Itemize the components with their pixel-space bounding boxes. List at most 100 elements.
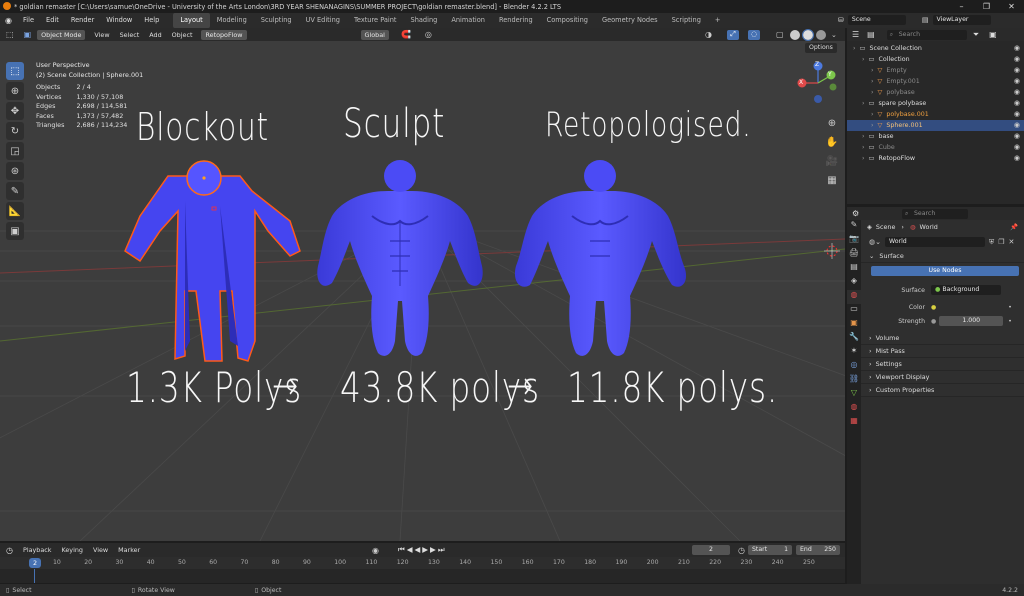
visibility-eye-icon[interactable]: ◉ xyxy=(1014,76,1020,87)
surface-panel-header[interactable]: ⌄ Surface xyxy=(861,250,1024,263)
menu-keying[interactable]: Keying xyxy=(57,546,88,554)
close-icon[interactable]: ✕ xyxy=(999,0,1024,13)
visibility-eye-icon[interactable]: ◉ xyxy=(1014,54,1020,65)
fake-user-icon[interactable]: ⛨ xyxy=(989,238,994,247)
color-keyframe-icon[interactable]: • xyxy=(1008,304,1012,311)
shading-options-icon[interactable]: ⌄ xyxy=(831,31,837,39)
add-workspace-button[interactable]: + xyxy=(708,13,728,28)
visibility-eye-icon[interactable]: ◉ xyxy=(1014,153,1020,164)
outliner-row[interactable]: › ▭ Cube ◉ xyxy=(847,142,1024,153)
scene-selector[interactable]: Scene xyxy=(847,15,906,25)
tab-scripting[interactable]: Scripting xyxy=(665,13,708,28)
options-dropdown[interactable]: Options xyxy=(805,43,837,53)
disclosure-chevron-icon[interactable]: › xyxy=(871,67,874,74)
menu-file[interactable]: File xyxy=(17,13,40,28)
disclosure-chevron-icon[interactable]: › xyxy=(871,122,874,129)
disclosure-chevron-icon[interactable]: › xyxy=(871,89,874,96)
editor-type-icon[interactable]: ⬚ xyxy=(0,30,18,39)
shading-material-icon[interactable] xyxy=(802,28,814,41)
disclosure-chevron-icon[interactable]: › xyxy=(871,111,874,118)
tool-tab-icon[interactable]: ✎ xyxy=(847,220,861,234)
transform-orientation-dropdown[interactable]: Global xyxy=(360,29,389,40)
view-layer-tab-icon[interactable]: ▤ xyxy=(847,262,861,276)
outliner-row[interactable]: › ▽ Empty.001 ◉ xyxy=(847,76,1024,87)
display-mode-icon[interactable]: ▤ xyxy=(863,30,879,39)
collapsed-panel-header[interactable]: › Volume xyxy=(861,332,1024,345)
outliner-row[interactable]: › ▽ Sphere.001 ◉ xyxy=(847,120,1024,131)
physics-tab-icon[interactable]: ◎ xyxy=(847,360,861,374)
object-mode-dropdown[interactable]: Object Mode xyxy=(37,29,86,40)
menu-edit[interactable]: Edit xyxy=(40,13,65,28)
move-icon[interactable]: ✥ xyxy=(6,102,24,120)
constraints-tab-icon[interactable]: ⛓ xyxy=(847,374,861,388)
strength-keyframe-icon[interactable]: • xyxy=(1008,318,1012,325)
select-box-icon[interactable]: ⬚ xyxy=(6,62,24,80)
visibility-eye-icon[interactable]: ◉ xyxy=(1014,109,1020,120)
menu-select[interactable]: Select xyxy=(115,31,145,39)
camera-view-icon[interactable]: 🎥 xyxy=(824,154,840,170)
outliner-row[interactable]: › ▽ polybase.001 ◉ xyxy=(847,109,1024,120)
disclosure-chevron-icon[interactable]: › xyxy=(862,100,865,107)
disclosure-chevron-icon[interactable]: › xyxy=(871,78,874,85)
collapsed-panel-header[interactable]: › Mist Pass xyxy=(861,345,1024,358)
retopoflow-button[interactable]: RetopoFlow xyxy=(201,29,247,40)
particles-tab-icon[interactable]: ✶ xyxy=(847,346,861,360)
duplicate-icon[interactable]: ❐ xyxy=(998,238,1004,246)
tab-geometry-nodes[interactable]: Geometry Nodes xyxy=(595,13,665,28)
cursor-icon[interactable]: ⊕ xyxy=(6,82,24,100)
visibility-eye-icon[interactable]: ◉ xyxy=(1014,65,1020,76)
collapsed-panel-header[interactable]: › Settings xyxy=(861,358,1024,371)
visibility-icon[interactable]: ◑ xyxy=(705,30,712,39)
menu-playback[interactable]: Playback xyxy=(18,546,57,554)
visibility-eye-icon[interactable]: ◉ xyxy=(1014,43,1020,54)
menu-add[interactable]: Add xyxy=(144,31,166,39)
clock-icon[interactable]: ◷ xyxy=(738,546,745,555)
ortho-grid-icon[interactable]: ▦ xyxy=(824,173,840,189)
texture-tab-icon[interactable]: ▦ xyxy=(847,416,861,430)
proportional-edit-icon[interactable]: ◎ xyxy=(419,30,438,39)
start-frame-field[interactable]: Start 1 xyxy=(748,545,792,555)
rotate-icon[interactable]: ↻ xyxy=(6,122,24,140)
add-cube-icon[interactable]: ▣ xyxy=(6,222,24,240)
disclosure-chevron-icon[interactable]: › xyxy=(862,144,865,151)
view-layer-selector[interactable]: ViewLayer xyxy=(932,15,991,25)
unlink-icon[interactable]: ✕ xyxy=(1009,238,1015,246)
color-socket-icon[interactable]: ● xyxy=(931,304,936,311)
outliner-row[interactable]: › ▭ base ◉ xyxy=(847,131,1024,142)
properties-editor-icon[interactable]: ⚙ xyxy=(852,209,859,218)
collapsed-panel-header[interactable]: › Custom Properties xyxy=(861,384,1024,397)
menu-render[interactable]: Render xyxy=(65,13,100,28)
select-mode-icon[interactable]: ▣ xyxy=(18,30,38,39)
strength-field[interactable]: 1.000 xyxy=(939,316,1004,326)
playhead[interactable]: 2 xyxy=(29,558,41,568)
outliner-row[interactable]: › ▭ Collection ◉ xyxy=(847,54,1024,65)
collapsed-panel-header[interactable]: › Viewport Display xyxy=(861,371,1024,384)
tab-rendering[interactable]: Rendering xyxy=(492,13,540,28)
playback-controls[interactable]: ⏮◀◀▶▶⏭ xyxy=(398,545,447,555)
current-frame-field[interactable]: 2 xyxy=(692,545,730,555)
disclosure-chevron-icon[interactable]: › xyxy=(862,133,865,140)
tab-animation[interactable]: Animation xyxy=(444,13,492,28)
visibility-eye-icon[interactable]: ◉ xyxy=(1014,142,1020,153)
object-tab-icon[interactable]: ▣ xyxy=(847,318,861,332)
disclosure-chevron-icon[interactable]: › xyxy=(862,56,865,63)
render-tab-icon[interactable]: 📷 xyxy=(847,234,861,248)
menu-window[interactable]: Window xyxy=(100,13,138,28)
disclosure-chevron-icon[interactable]: › xyxy=(862,155,865,162)
overlay-toggle-icon[interactable]: ◌ xyxy=(748,29,760,40)
outliner-row[interactable]: › ▽ Empty ◉ xyxy=(847,65,1024,76)
retopo-model[interactable] xyxy=(514,160,687,356)
tab-compositing[interactable]: Compositing xyxy=(540,13,595,28)
record-icon[interactable]: ◉ xyxy=(372,546,379,555)
outliner-row[interactable]: › ▽ polybase ◉ xyxy=(847,87,1024,98)
outliner-search-input[interactable]: ⌕ Search xyxy=(886,29,967,40)
zoom-icon[interactable]: ⊕ xyxy=(824,116,840,132)
outliner-row[interactable]: › ▭ Scene Collection ◉ xyxy=(847,43,1024,54)
outliner-editor-icon[interactable]: ☰ xyxy=(847,30,863,39)
surface-shader-dropdown[interactable]: ● Background xyxy=(931,285,1001,295)
tab-layout[interactable]: Layout xyxy=(173,13,210,28)
minimize-icon[interactable]: – xyxy=(949,0,974,13)
visibility-eye-icon[interactable]: ◉ xyxy=(1014,98,1020,109)
xray-icon[interactable]: ▢ xyxy=(776,30,784,39)
scene-tab-icon[interactable]: ◈ xyxy=(847,276,861,290)
